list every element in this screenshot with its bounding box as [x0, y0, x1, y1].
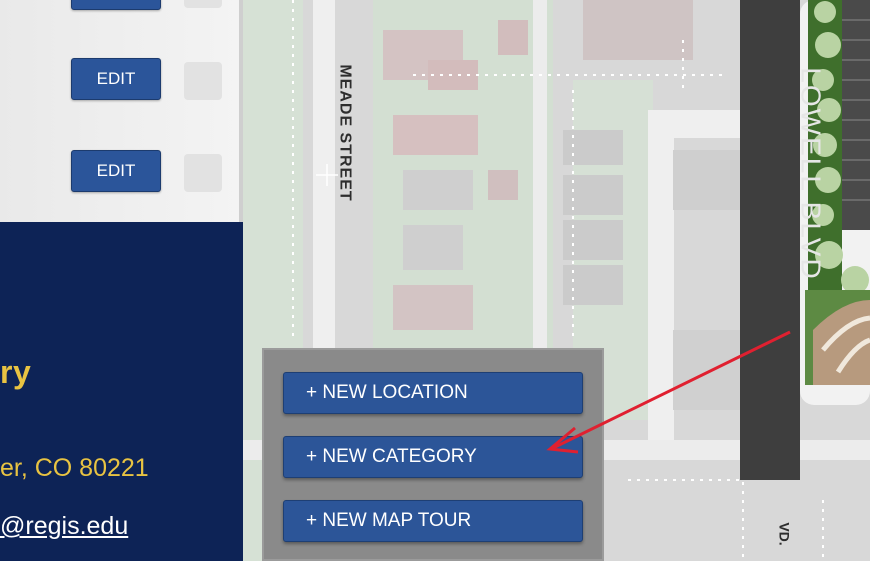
row-checkbox[interactable]: [184, 0, 222, 8]
row-checkbox[interactable]: [184, 62, 222, 100]
edit-button[interactable]: EDIT: [71, 0, 161, 10]
new-location-button[interactable]: + NEW LOCATION: [283, 372, 583, 414]
edit-button[interactable]: EDIT: [71, 150, 161, 192]
lowell-blvd-label: LOWELL BLVD: [795, 67, 827, 281]
street-fragment-label: VD.: [776, 522, 793, 546]
new-map-tour-button[interactable]: + NEW MAP TOUR: [283, 500, 583, 542]
edit-button[interactable]: EDIT: [71, 58, 161, 100]
row-checkbox[interactable]: [184, 154, 222, 192]
footer-address: er, CO 80221: [0, 454, 149, 482]
footer-title: ry: [0, 354, 32, 390]
left-panel: EDIT EDIT EDIT ry er, CO 80221 @regis.ed…: [0, 0, 243, 561]
new-category-button[interactable]: + NEW CATEGORY: [283, 436, 583, 478]
site-footer: ry er, CO 80221 @regis.edu: [0, 222, 243, 561]
footer-email-link[interactable]: @regis.edu: [0, 512, 128, 541]
item-list: EDIT EDIT EDIT: [0, 0, 243, 222]
meade-street-label: MEADE STREET: [336, 64, 354, 202]
